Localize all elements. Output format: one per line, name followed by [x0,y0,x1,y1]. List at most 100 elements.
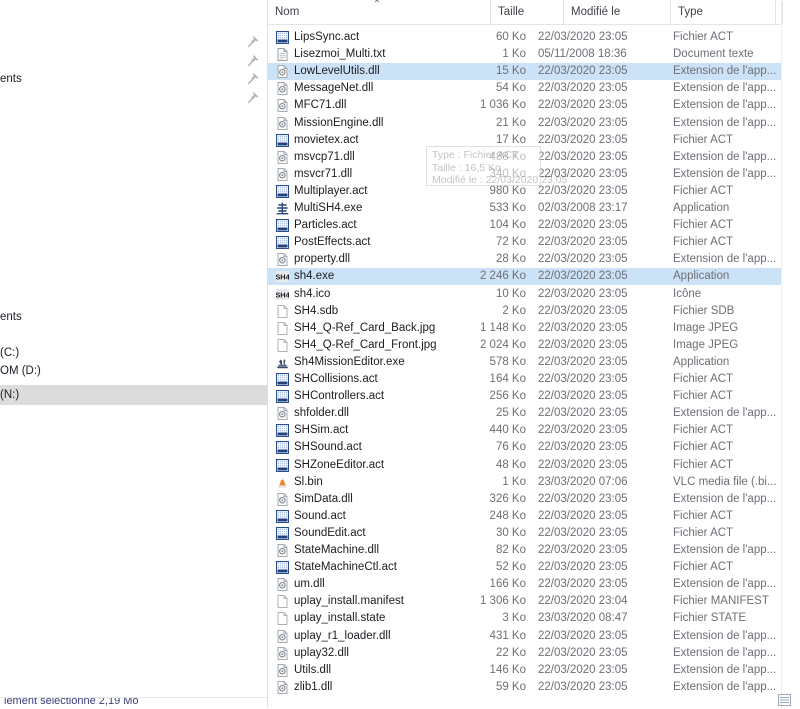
table-row[interactable]: SHCollisions.act 164 Ko 22/03/2020 23:05 Fi… [268,371,781,388]
nav-item[interactable] [0,51,267,71]
table-row[interactable]: SimData.dll 326 Ko 22/03/2020 23:05 Extensi… [268,491,781,508]
table-row[interactable]: Sh4MissionEditor.exe 578 Ko 22/03/2020 23:… [268,354,781,371]
table-row[interactable]: Lisezmoi_Multi.txt 1 Ko 05/11/2008 18:36 Do… [268,46,781,63]
table-row[interactable]: property.dll 28 Ko 22/03/2020 23:05 Extensi… [268,251,781,268]
pin-icon[interactable] [247,72,259,85]
right-gutter [781,0,800,707]
table-row[interactable]: SoundEdit.act 30 Ko 22/03/2020 23:05 Fichie… [268,525,781,542]
file-size-cell: 164 Ko [489,373,526,385]
file-size-cell: 533 Ko [489,202,526,214]
nav-item[interactable]: ents [0,69,267,89]
file-size-cell: 82 Ko [495,544,526,556]
nav-item[interactable]: (C:) [0,343,267,363]
file-type-cell: Extension de l'app... [673,253,777,266]
nav-item[interactable] [0,32,267,52]
pin-icon[interactable] [247,54,259,67]
nav-item-label: (C:) [0,347,20,359]
file-name-cell: Utils.dll [294,663,332,676]
file-name-cell: um.dll [294,578,325,591]
dll-file-icon [276,578,289,592]
file-name-cell: uplay_install.manifest [294,595,404,608]
table-row[interactable]: MFC71.dll 1 036 Ko 22/03/2020 23:05 Extensi… [268,97,781,114]
file-name-cell: uplay32.dll [294,646,349,659]
table-row[interactable]: LowLevelUtils.dll 15 Ko 22/03/2020 23:05 Ex… [268,63,781,81]
act-file-icon [276,458,289,472]
table-row[interactable]: Multiplayer.act 980 Ko 22/03/2020 23:05 Fic… [268,183,781,200]
file-name-cell: MultiSH4.exe [294,202,363,214]
nav-item[interactable]: (N:) [0,385,267,405]
file-type-cell: Fichier ACT [673,509,734,522]
nav-item[interactable]: OM (D:) [0,361,267,381]
table-row[interactable]: MultiSH4.exe 533 Ko 02/03/2008 23:17 Applic… [268,200,781,217]
act-file-icon [276,133,289,147]
navigation-pane[interactable]: ents ents (C:) OM (D:) (N:) [0,0,268,707]
column-header-row[interactable]: Nom Taille Modifié le Type ⌃ [268,0,781,25]
dll-file-icon [276,99,289,113]
table-row[interactable]: SH4_Q-Ref_Card_Back.jpg 1 148 Ko 22/03/202… [268,320,781,337]
file-name-cell: Multiplayer.act [294,184,368,197]
file-size-cell: 488 Ko [489,150,526,163]
details-view-icon[interactable] [778,694,791,706]
table-row[interactable]: msvcp71.dll 488 Ko 22/03/2020 23:05 Extensi… [268,149,781,166]
file-size-cell: 10 Ko [495,287,526,300]
table-row[interactable]: SH4 sh4.exe 2 246 Ko 22/03/2020 23:05 Applic… [268,268,781,286]
table-row[interactable]: shfolder.dll 25 Ko 22/03/2020 23:05 Extensi… [268,405,781,422]
table-row[interactable]: SHSim.act 440 Ko 22/03/2020 23:05 Fichier A… [268,422,781,439]
dll-file-icon [276,116,289,130]
column-header-size[interactable]: Taille [490,0,554,24]
file-date-cell: 22/03/2020 23:05 [538,116,628,129]
table-row[interactable]: PostEffects.act 72 Ko 22/03/2020 23:05 Fich… [268,234,781,251]
table-row[interactable]: Sound.act 248 Ko 22/03/2020 23:05 Fichier A… [268,508,781,525]
file-list-pane[interactable]: Nom Taille Modifié le Type ⌃ LipsSync.act 60 … [268,0,781,707]
table-row[interactable]: SHZoneEditor.act 48 Ko 22/03/2020 23:05 Fic… [268,457,781,474]
file-size-cell: 48 Ko [495,458,526,471]
dll-file-icon [276,82,289,96]
file-size-cell: 431 Ko [489,629,526,642]
column-header-name[interactable]: Nom [268,0,418,24]
file-name-cell: property.dll [294,253,351,266]
column-header-type[interactable]: Type [670,0,775,24]
table-row[interactable]: Utils.dll 146 Ko 22/03/2020 23:05 Extension… [268,662,781,679]
file-type-cell: Fichier ACT [673,390,734,403]
dll-file-icon [276,492,289,506]
file-date-cell: 22/03/2020 23:05 [538,561,628,574]
table-row[interactable]: zlib1.dll 59 Ko 22/03/2020 23:05 Extension … [268,679,781,696]
dll-file-icon [276,663,289,677]
file-name-cell: LowLevelUtils.dll [294,65,380,78]
table-row[interactable]: SH4.sdb 2 Ko 22/03/2020 23:05 Fichier SDB [268,303,781,320]
file-type-cell: Extension de l'app... [673,646,777,659]
file-type-cell: Fichier ACT [673,441,734,454]
file-name-cell: Particles.act [294,219,357,232]
table-row[interactable]: msvcr71.dll 340 Ko 22/03/2020 23:05 Extensi… [268,166,781,183]
table-row[interactable]: um.dll 166 Ko 22/03/2020 23:05 Extension de… [268,576,781,593]
table-row[interactable]: SH4_Q-Ref_Card_Front.jpg 2 024 Ko 22/03/20… [268,337,781,354]
table-row[interactable]: uplay_r1_loader.dll 431 Ko 22/03/2020 23:0… [268,628,781,645]
file-type-cell: Extension de l'app... [673,407,777,420]
file-name-cell: SimData.dll [294,492,353,505]
table-row[interactable]: Particles.act 104 Ko 22/03/2020 23:05 Fichi… [268,217,781,234]
table-row[interactable]: StateMachine.dll 82 Ko 22/03/2020 23:05 Ext… [268,542,781,559]
table-row[interactable]: SHControllers.act 256 Ko 22/03/2020 23:05 F… [268,388,781,405]
table-row[interactable]: MessageNet.dll 54 Ko 22/03/2020 23:05 Exten… [268,80,781,97]
table-row[interactable]: SH4 sh4.ico 10 Ko 22/03/2020 23:05 Icône [268,286,781,303]
pin-icon[interactable] [247,35,259,48]
nav-item[interactable]: ents [0,307,267,327]
table-row[interactable]: uplay32.dll 22 Ko 22/03/2020 23:05 Extensio… [268,645,781,662]
file-name-cell: msvcr71.dll [294,167,353,180]
table-row[interactable]: uplay_install.state 3 Ko 23/03/2020 08:47 F… [268,610,781,627]
file-size-cell: 76 Ko [495,441,526,454]
table-row[interactable]: MissionEngine.dll 21 Ko 22/03/2020 23:05 Ex… [268,115,781,132]
multish4-exe-icon [276,202,289,215]
table-row[interactable]: LipsSync.act 60 Ko 22/03/2020 23:05 Fichier… [268,29,781,46]
table-row[interactable]: SHSound.act 76 Ko 22/03/2020 23:05 Fichier … [268,439,781,456]
file-type-cell: Extension de l'app... [673,65,777,78]
file-name-cell: MissionEngine.dll [294,116,384,129]
file-size-cell: 980 Ko [489,184,526,197]
table-row[interactable]: movietex.act 17 Ko 22/03/2020 23:05 Fichier… [268,132,781,149]
table-row[interactable]: StateMachineCtl.act 52 Ko 22/03/2020 23:05… [268,559,781,576]
table-row[interactable]: uplay_install.manifest 1 306 Ko 22/03/2020… [268,593,781,610]
nav-item[interactable] [0,88,267,108]
pin-icon[interactable] [247,91,259,104]
table-row[interactable]: Sl.bin 1 Ko 23/03/2020 07:06 VLC media file… [268,474,781,491]
status-bar-text: lément sélectionné 2,19 Mo [4,697,139,707]
